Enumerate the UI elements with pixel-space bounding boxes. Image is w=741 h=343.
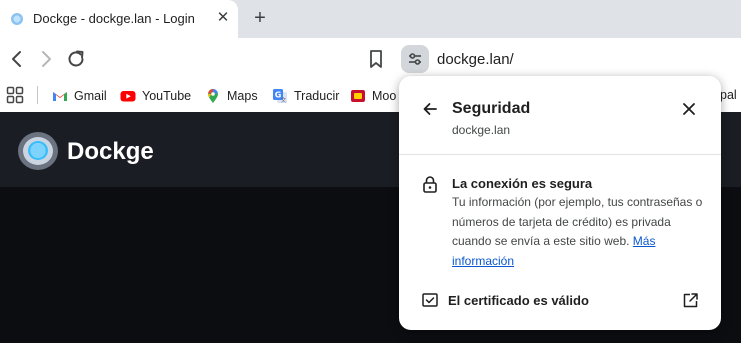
- toolbar: dockge.lan/: [0, 38, 741, 80]
- connection-description: Tu información (por ejemplo, tus contras…: [452, 193, 707, 271]
- bookmark-page-button[interactable]: [366, 48, 386, 70]
- connection-description-text: Tu información (por ejemplo, tus contras…: [452, 195, 703, 248]
- bookmark-maps[interactable]: Maps: [205, 86, 258, 106]
- arrow-left-icon: [423, 103, 437, 115]
- certificate-valid-button[interactable]: El certificado es válido: [448, 293, 589, 308]
- active-tab[interactable]: Dockge - dockge.lan - Login ✕: [0, 0, 238, 38]
- back-arrow-button[interactable]: [421, 100, 439, 118]
- back-button[interactable]: [5, 47, 29, 71]
- moodle-icon: [350, 88, 366, 104]
- chevron-right-icon: [42, 51, 51, 67]
- bookmark-label: Traducir: [294, 89, 340, 103]
- site-info-button[interactable]: [401, 45, 429, 73]
- external-link-icon[interactable]: [682, 292, 699, 309]
- bookmark-label: Moo: [372, 89, 397, 103]
- address-bar-url[interactable]: dockge.lan/: [437, 51, 514, 68]
- bookmark-icon: [370, 50, 382, 68]
- bookmark-gmail[interactable]: Gmail: [52, 86, 107, 106]
- bookmark-label: Maps: [227, 89, 258, 103]
- bookmark-label: Gmail: [74, 89, 107, 103]
- popup-divider: [399, 154, 721, 155]
- tab-strip: Dockge - dockge.lan - Login ✕ +: [0, 0, 741, 38]
- dockge-favicon-icon: [11, 13, 23, 25]
- bookmark-overflow-label[interactable]: pal: [720, 88, 737, 102]
- popup-title: Seguridad: [452, 100, 531, 117]
- bookmark-youtube[interactable]: YouTube: [120, 86, 191, 106]
- reload-icon: [68, 50, 84, 67]
- close-icon: [683, 103, 695, 115]
- bookmark-label: YouTube: [142, 89, 192, 103]
- apps-grid-icon[interactable]: [6, 86, 24, 104]
- popup-domain: dockge.lan: [452, 123, 511, 137]
- lock-icon: [422, 175, 438, 193]
- reload-button[interactable]: [64, 47, 88, 71]
- bookmarks-separator: [37, 86, 38, 104]
- youtube-icon: [120, 88, 136, 104]
- svg-text:文: 文: [281, 96, 287, 104]
- new-tab-button[interactable]: +: [250, 8, 270, 28]
- certificate-icon: [422, 293, 438, 307]
- brand-name[interactable]: Dockge: [67, 138, 154, 166]
- translate-icon: G 文: [272, 88, 288, 104]
- gmail-icon: [52, 88, 68, 104]
- maps-icon: [205, 88, 221, 104]
- forward-button[interactable]: [34, 47, 58, 71]
- connection-status-title: La conexión es segura: [452, 176, 593, 191]
- popup-close-button[interactable]: [681, 101, 697, 117]
- tab-close-icon[interactable]: ✕: [215, 10, 231, 26]
- tune-icon: [409, 53, 421, 65]
- tab-title: Dockge - dockge.lan - Login: [33, 11, 195, 26]
- chevron-left-icon: [12, 51, 21, 67]
- dockge-logo-icon: [18, 132, 58, 170]
- bookmark-traducir[interactable]: G 文 Traducir: [272, 86, 339, 106]
- security-popup: Seguridad dockge.lan La conexión es segu…: [399, 76, 721, 330]
- bookmark-moodle[interactable]: Moo: [350, 86, 396, 106]
